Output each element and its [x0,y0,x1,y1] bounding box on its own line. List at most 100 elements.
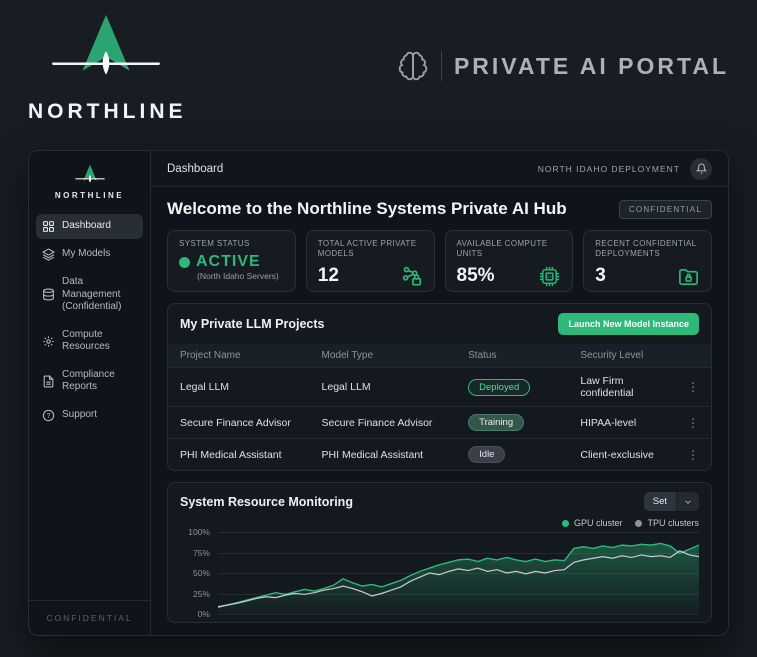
chart-legend: GPU cluster TPU clusters [180,518,699,528]
page-title: Welcome to the Northline Systems Private… [167,199,567,219]
sidebar: NORTHLINE Dashboard My Models Da [29,151,151,635]
database-icon [42,288,55,301]
chevron-down-icon [676,492,699,511]
status-badge: Idle [468,446,505,463]
stat-label: SYSTEM STATUS [179,239,284,249]
folder-lock-icon [677,265,700,288]
sidebar-confidential-label: CONFIDENTIAL [29,600,150,623]
sidebar-item-compliance-reports[interactable]: Compliance Reports [36,363,143,400]
content-body: Welcome to the Northline Systems Private… [151,187,728,635]
deployment-label: NORTH IDAHO DEPLOYMENT [538,164,680,174]
cell-model-type: Secure Finance Advisor [310,407,457,439]
sidebar-item-label: Data Management (Confidential) [62,276,137,314]
welcome-row: Welcome to the Northline Systems Private… [167,199,712,219]
dashboard-panel: NORTHLINE Dashboard My Models Da [28,150,729,636]
status-badge: Training [468,414,524,431]
svg-text:?: ? [47,412,51,419]
col-security-level: Security Level [568,344,675,368]
stat-card-compute-units: AVAILABLE COMPUTE UNITS 85% CPU [445,230,574,292]
network-lock-icon [401,265,423,287]
stat-value: ACTIVE [196,253,261,271]
sidebar-item-label: Compliance Reports [62,369,137,394]
projects-title: My Private LLM Projects [180,317,325,331]
northline-logo: NORTHLINE [28,12,183,124]
sidebar-item-label: Support [62,409,97,422]
projects-table: Project Name Model Type Status Security … [168,344,711,470]
status-badge: Deployed [468,379,530,396]
col-project-name: Project Name [168,344,310,368]
cpu-chip-icon: CPU [538,265,561,288]
stat-label: TOTAL ACTIVE PRIVATE MODELS [318,239,423,260]
sidebar-brand: NORTHLINE [29,191,150,200]
stat-label: RECENT CONFIDENTIAL DEPLOYMENTS [595,239,700,260]
cell-security-level: Law Firm confidential [568,368,675,407]
chart-plot-area [218,532,699,614]
area-chart-svg [218,532,699,614]
sidebar-nav: Dashboard My Models Data Management (Con… [29,214,150,428]
col-status: Status [456,344,568,368]
cell-security-level: HIPAA-level [568,407,675,439]
stat-sublabel: (North Idaho Servers) [197,271,284,281]
row-menu-button[interactable]: ⋮ [675,368,711,407]
cell-project-name: Legal LLM [168,368,310,407]
range-select[interactable]: Set [644,492,699,511]
dashboard-grid-icon [42,220,55,233]
sidebar-item-label: Dashboard [62,220,111,233]
gear-chip-icon [42,335,55,348]
col-model-type: Model Type [310,344,457,368]
svg-text:CPU: CPU [546,275,554,279]
sidebar-item-data-management[interactable]: Data Management (Confidential) [36,270,143,320]
confidential-badge: CONFIDENTIAL [619,200,712,219]
legend-dot-icon [562,520,569,527]
northline-arrow-icon [47,12,165,96]
status-dot-icon [179,257,190,268]
range-select-value: Set [644,492,676,511]
bell-icon [696,163,707,174]
sidebar-item-dashboard[interactable]: Dashboard [36,214,143,239]
sidebar-item-support[interactable]: ? Support [36,403,143,428]
row-menu-button[interactable]: ⋮ [675,439,711,471]
northline-arrow-icon [73,163,107,189]
legend-item-tpu: TPU clusters [635,518,699,528]
cell-model-type: Legal LLM [310,368,457,407]
notifications-button[interactable] [690,158,712,180]
chart-y-axis: 100% 75% 50% 25% 0% [180,532,210,614]
stat-value: 12 [318,265,339,287]
stat-value: 85% [457,265,495,287]
sidebar-logo: NORTHLINE [29,163,150,200]
header-divider [441,51,442,81]
stat-value: 3 [595,265,606,287]
stat-label: AVAILABLE COMPUTE UNITS [457,239,562,260]
table-row[interactable]: Secure Finance Advisor Secure Finance Ad… [168,407,711,439]
table-header-row: Project Name Model Type Status Security … [168,344,711,368]
monitoring-card: System Resource Monitoring Set GPU clust… [167,482,712,623]
legend-item-gpu: GPU cluster [562,518,623,528]
cell-security-level: Client-exclusive [568,439,675,471]
row-menu-button[interactable]: ⋮ [675,407,711,439]
portal-title: PRIVATE AI PORTAL [397,50,729,82]
brain-icon [397,50,429,82]
sidebar-item-compute-resources[interactable]: Compute Resources [36,323,143,360]
resource-chart: 100% 75% 50% 25% 0% [180,532,699,614]
stat-card-active-models: TOTAL ACTIVE PRIVATE MODELS 12 [306,230,435,292]
portal-title-text: PRIVATE AI PORTAL [454,53,729,80]
launch-new-model-button[interactable]: Launch New Model Instance [558,313,699,335]
cell-model-type: PHI Medical Assistant [310,439,457,471]
brand-wordmark: NORTHLINE [28,100,183,124]
cell-project-name: PHI Medical Assistant [168,439,310,471]
sidebar-item-label: Compute Resources [62,329,137,354]
app-header: NORTHLINE PRIVATE AI PORTAL [0,0,757,150]
stat-card-system-status: SYSTEM STATUS ACTIVE (North Idaho Server… [167,230,296,292]
stat-card-confidential-deployments: RECENT CONFIDENTIAL DEPLOYMENTS 3 [583,230,712,292]
document-icon [42,375,55,388]
layers-icon [42,248,55,261]
sidebar-item-my-models[interactable]: My Models [36,242,143,267]
monitoring-title: System Resource Monitoring [180,495,353,509]
table-row[interactable]: PHI Medical Assistant PHI Medical Assist… [168,439,711,471]
main-content: Dashboard NORTH IDAHO DEPLOYMENT Welcome… [151,151,728,635]
topbar-title: Dashboard [167,163,223,175]
legend-dot-icon [635,520,642,527]
table-row[interactable]: Legal LLM Legal LLM Deployed Law Firm co… [168,368,711,407]
stat-cards: SYSTEM STATUS ACTIVE (North Idaho Server… [167,230,712,292]
help-circle-icon: ? [42,409,55,422]
